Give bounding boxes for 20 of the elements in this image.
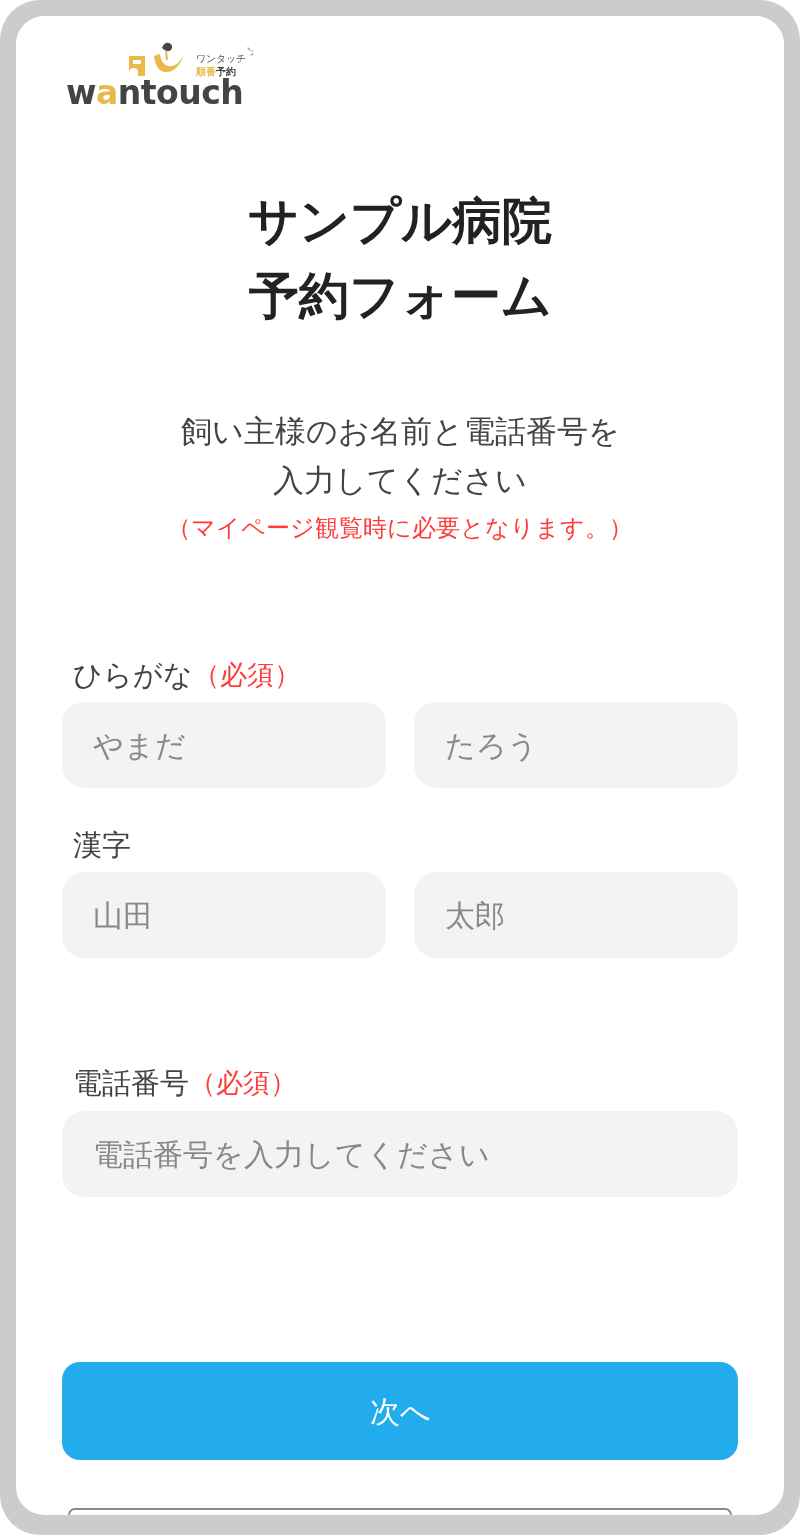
logo-icon [128, 42, 186, 78]
instruction-text: 飼い主様のお名前と電話番号を 入力してください [179, 412, 621, 500]
required-mark: （必須） [193, 658, 301, 692]
input-field[interactable]: 山田 [62, 872, 386, 958]
page-title: サンプル病院 予約フォーム [247, 191, 553, 327]
input-field[interactable]: 太郎 [414, 872, 738, 958]
field-label: 漢字 [73, 827, 131, 864]
logo-wordmark: wantouch [66, 78, 245, 108]
next-button[interactable]: 次へ [62, 1362, 738, 1460]
input-field[interactable]: やまだ [62, 702, 386, 788]
sparkle-icon [246, 47, 254, 57]
input-field[interactable]: 電話番号を入力してください [62, 1111, 738, 1197]
required-mark: （必須） [189, 1066, 297, 1100]
field-label: ひらがな [73, 657, 193, 694]
notice-text: （マイページ観覧時に必要となります。） [166, 513, 634, 544]
outlined-button[interactable] [68, 1508, 732, 1515]
field-label: 電話番号 [73, 1065, 189, 1102]
logo-tagline: ワンタッチ [196, 53, 246, 65]
input-field[interactable]: たろう [414, 702, 738, 788]
logo-subtitle: 順番予約 [196, 65, 236, 77]
